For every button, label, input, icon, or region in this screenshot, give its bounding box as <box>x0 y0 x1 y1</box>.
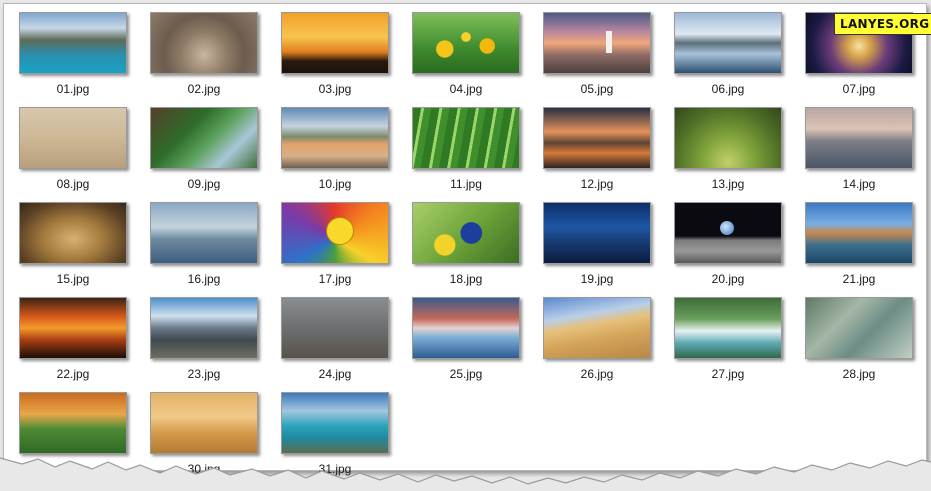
smiley-icon <box>326 217 354 245</box>
thumbnail-image[interactable] <box>150 107 258 169</box>
thumbnail-image[interactable] <box>674 202 782 264</box>
file-tile[interactable]: 26.jpg <box>543 297 651 381</box>
file-name-label: 16.jpg <box>187 272 221 286</box>
earth-icon <box>720 221 734 235</box>
file-tile[interactable]: 03.jpg <box>281 12 389 96</box>
file-name-label: 21.jpg <box>842 272 876 286</box>
thumbnail-image[interactable] <box>19 107 127 169</box>
file-tile[interactable]: 21.jpg <box>805 202 913 286</box>
thumbnail-image[interactable] <box>674 12 782 74</box>
file-name-label: 25.jpg <box>449 367 483 381</box>
file-tile[interactable]: 16.jpg <box>150 202 258 286</box>
file-name-label: 26.jpg <box>580 367 614 381</box>
file-name-label: 10.jpg <box>318 177 352 191</box>
thumbnail-image[interactable] <box>19 202 127 264</box>
file-tile[interactable]: 09.jpg <box>150 107 258 191</box>
file-tile[interactable]: 08.jpg <box>19 107 127 191</box>
thumbnail-image[interactable] <box>543 202 651 264</box>
file-name-label: 20.jpg <box>711 272 745 286</box>
file-name-label: 14.jpg <box>842 177 876 191</box>
thumbnail-image[interactable] <box>150 12 258 74</box>
file-tile[interactable]: 24.jpg <box>281 297 389 381</box>
thumbnail-image[interactable] <box>150 202 258 264</box>
thumbnail-image[interactable] <box>281 297 389 359</box>
file-tile[interactable]: 02.jpg <box>150 12 258 96</box>
file-name-label: 02.jpg <box>187 82 221 96</box>
file-tile[interactable]: 27.jpg <box>674 297 782 381</box>
file-tile[interactable]: 06.jpg <box>674 12 782 96</box>
file-tile[interactable]: 17.jpg <box>281 202 389 286</box>
file-name-label: 13.jpg <box>711 177 745 191</box>
file-name-label: 11.jpg <box>450 177 482 191</box>
file-name-label: 15.jpg <box>56 272 90 286</box>
file-name-label: 06.jpg <box>711 82 745 96</box>
file-tile[interactable]: 28.jpg <box>805 297 913 381</box>
thumbnail-image[interactable] <box>543 12 651 74</box>
thumbnail-image[interactable] <box>674 297 782 359</box>
file-name-label: 08.jpg <box>56 177 90 191</box>
thumbnail-image[interactable] <box>543 297 651 359</box>
file-name-label: 07.jpg <box>842 82 876 96</box>
file-name-label: 17.jpg <box>318 272 352 286</box>
file-name-label: 28.jpg <box>842 367 876 381</box>
thumbnail-image[interactable] <box>281 202 389 264</box>
file-name-label: 04.jpg <box>449 82 483 96</box>
file-tile[interactable]: 01.jpg <box>19 12 127 96</box>
file-tile[interactable]: 15.jpg <box>19 202 127 286</box>
thumbnail-image[interactable] <box>412 12 520 74</box>
file-tile[interactable]: 14.jpg <box>805 107 913 191</box>
file-name-label: 24.jpg <box>318 367 352 381</box>
file-tile[interactable]: 25.jpg <box>412 297 520 381</box>
thumbnail-image[interactable] <box>412 297 520 359</box>
thumbnail-image[interactable] <box>805 202 913 264</box>
file-name-label: 22.jpg <box>56 367 90 381</box>
file-name-label: 23.jpg <box>187 367 221 381</box>
file-name-label: 03.jpg <box>318 82 352 96</box>
thumbnail-image[interactable] <box>543 107 651 169</box>
file-name-label: 27.jpg <box>711 367 745 381</box>
file-tile[interactable]: 20.jpg <box>674 202 782 286</box>
file-tile[interactable]: 12.jpg <box>543 107 651 191</box>
file-tile[interactable]: 05.jpg <box>543 12 651 96</box>
file-tile[interactable]: 13.jpg <box>674 107 782 191</box>
thumbnail-image[interactable] <box>281 107 389 169</box>
file-tile[interactable]: 18.jpg <box>412 202 520 286</box>
thumbnail-image[interactable] <box>674 107 782 169</box>
thumbnail-image[interactable] <box>19 12 127 74</box>
file-name-label: 09.jpg <box>187 177 221 191</box>
thumbnail-image[interactable] <box>412 202 520 264</box>
file-name-label: 19.jpg <box>580 272 614 286</box>
file-tile[interactable]: 23.jpg <box>150 297 258 381</box>
file-tile[interactable]: 10.jpg <box>281 107 389 191</box>
torn-edge <box>0 457 931 491</box>
file-tile[interactable]: 22.jpg <box>19 297 127 381</box>
file-tile[interactable]: 04.jpg <box>412 12 520 96</box>
file-tile[interactable]: 19.jpg <box>543 202 651 286</box>
file-name-label: 05.jpg <box>580 82 614 96</box>
thumbnail-image[interactable] <box>412 107 520 169</box>
thumbnail-image[interactable] <box>19 297 127 359</box>
thumbnail-image[interactable] <box>805 107 913 169</box>
thumbnail-image[interactable] <box>281 12 389 74</box>
lighthouse-icon <box>606 31 612 53</box>
file-name-label: 18.jpg <box>449 272 483 286</box>
file-name-label: 12.jpg <box>580 177 614 191</box>
file-name-label: 01.jpg <box>56 82 90 96</box>
file-tile[interactable]: 11.jpg <box>412 107 520 191</box>
watermark-badge: LANYES.ORG <box>834 13 931 35</box>
thumbnail-image[interactable] <box>150 297 258 359</box>
thumbnail-image[interactable] <box>805 297 913 359</box>
